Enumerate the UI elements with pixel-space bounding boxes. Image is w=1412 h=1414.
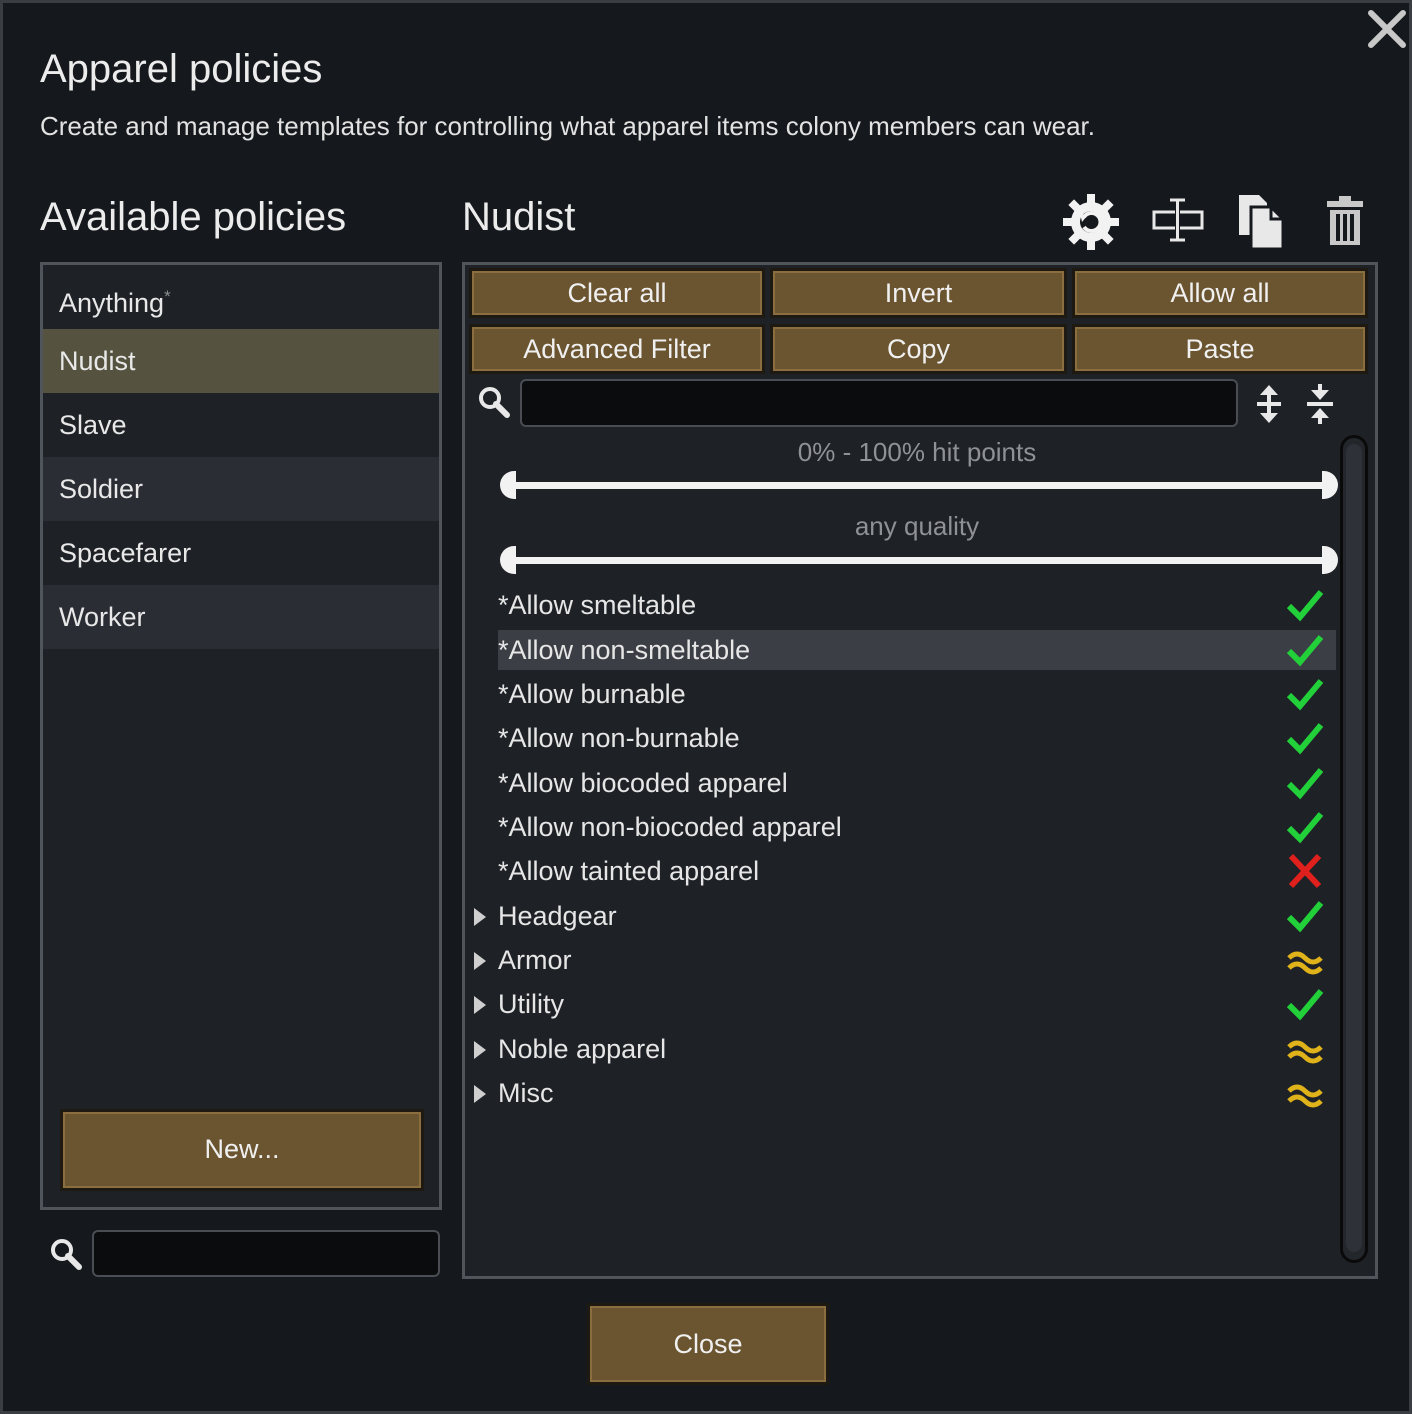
hit-points-track (510, 482, 1328, 489)
expand-arrow-icon[interactable] (474, 1041, 486, 1059)
policy-item-slave[interactable]: Slave (43, 393, 439, 457)
policy-item-nudist[interactable]: Nudist (43, 329, 439, 393)
rename-icon[interactable] (1152, 197, 1206, 245)
category-utility[interactable]: Utility (474, 984, 1336, 1024)
allow-all-label: Allow all (1170, 278, 1270, 308)
policy-item-spacefarer[interactable]: Spacefarer (43, 521, 439, 585)
check-icon[interactable] (1286, 986, 1324, 1022)
category-label: Misc (498, 1078, 554, 1108)
partial-icon[interactable] (1286, 1031, 1324, 1067)
policy-item-soldier[interactable]: Soldier (43, 457, 439, 521)
invert-label: Invert (884, 278, 953, 308)
paste-button[interactable]: Paste (1072, 324, 1368, 374)
hit-points-min-handle[interactable] (500, 471, 516, 499)
collapse-all-icon[interactable] (1304, 383, 1336, 425)
apparel-policies-dialog: Apparel policies Create and manage templ… (0, 0, 1412, 1414)
filter-search-input[interactable] (520, 379, 1238, 427)
hit-points-slider[interactable] (500, 469, 1338, 501)
check-icon[interactable] (1286, 720, 1324, 756)
default-star-marker: * (164, 287, 171, 306)
expand-arrow-icon[interactable] (474, 952, 486, 970)
filter-label: *Allow smeltable (498, 590, 697, 620)
check-icon[interactable] (1286, 898, 1324, 934)
filter-row-allow-smeltable[interactable]: *Allow smeltable (498, 585, 1336, 625)
new-policy-button[interactable]: New... (60, 1109, 424, 1191)
cross-icon[interactable] (1286, 853, 1324, 889)
trash-icon[interactable] (1325, 195, 1365, 247)
duplicate-icon[interactable] (1237, 193, 1287, 251)
partial-icon[interactable] (1286, 1075, 1324, 1111)
policy-item-label: Nudist (59, 346, 136, 376)
filter-label: *Allow non-smeltable (498, 635, 751, 665)
gear-icon[interactable] (1062, 193, 1120, 251)
filter-label: *Allow tainted apparel (498, 856, 760, 886)
check-icon[interactable] (1286, 587, 1324, 623)
policy-item-worker[interactable]: Worker (43, 585, 439, 649)
search-icon (477, 385, 511, 419)
clear-all-button[interactable]: Clear all (469, 268, 765, 318)
invert-button[interactable]: Invert (770, 268, 1067, 318)
quality-min-handle[interactable] (500, 546, 516, 574)
category-headgear[interactable]: Headgear (474, 896, 1336, 936)
close-button[interactable]: Close (587, 1303, 829, 1385)
category-armor[interactable]: Armor (474, 940, 1336, 980)
dialog-title: Apparel policies (40, 47, 323, 91)
check-icon[interactable] (1286, 765, 1324, 801)
quality-slider[interactable] (500, 544, 1338, 576)
expand-all-icon[interactable] (1253, 383, 1285, 425)
copy-label: Copy (886, 334, 951, 364)
partial-icon[interactable] (1286, 942, 1324, 978)
filter-label: *Allow biocoded apparel (498, 768, 788, 798)
policy-name-heading: Nudist (462, 195, 576, 239)
available-policies-heading: Available policies (40, 195, 347, 239)
filter-row-allow-non-smeltable[interactable]: *Allow non-smeltable (498, 630, 1336, 670)
search-icon (49, 1237, 83, 1271)
expand-arrow-icon[interactable] (474, 908, 486, 926)
allow-all-button[interactable]: Allow all (1072, 268, 1368, 318)
policy-item-label: Worker (59, 602, 146, 632)
close-x-icon[interactable] (1365, 7, 1409, 51)
expand-arrow-icon[interactable] (474, 1085, 486, 1103)
policy-search-input[interactable] (92, 1230, 440, 1277)
hit-points-label: 0% - 100% hit points (797, 437, 1037, 467)
quality-max-handle[interactable] (1322, 546, 1338, 574)
category-noble-apparel[interactable]: Noble apparel (474, 1029, 1336, 1069)
check-icon[interactable] (1286, 632, 1324, 668)
clear-all-label: Clear all (567, 278, 667, 308)
category-label: Noble apparel (498, 1034, 667, 1064)
copy-button[interactable]: Copy (770, 324, 1067, 374)
check-icon[interactable] (1286, 676, 1324, 712)
filter-row-allow-burnable[interactable]: *Allow burnable (498, 674, 1336, 714)
check-icon[interactable] (1286, 809, 1324, 845)
policy-item-anything[interactable]: Anything* (43, 265, 439, 329)
policy-item-label: Spacefarer (59, 538, 192, 568)
new-policy-button-label: New... (204, 1134, 280, 1164)
quality-label: any quality (854, 511, 980, 541)
category-label: Utility (498, 989, 564, 1019)
expand-arrow-icon[interactable] (474, 996, 486, 1014)
policy-item-label: Anything (59, 288, 165, 318)
advanced-filter-button[interactable]: Advanced Filter (469, 324, 765, 374)
category-misc[interactable]: Misc (474, 1073, 1336, 1113)
filter-label: *Allow burnable (498, 679, 686, 709)
filter-row-allow-biocoded[interactable]: *Allow biocoded apparel (498, 763, 1336, 803)
filter-row-allow-tainted[interactable]: *Allow tainted apparel (498, 851, 1336, 891)
dialog-subtitle: Create and manage templates for controll… (40, 111, 1095, 141)
category-label: Armor (498, 945, 572, 975)
advanced-filter-label: Advanced Filter (523, 334, 711, 364)
filter-row-allow-non-biocoded[interactable]: *Allow non-biocoded apparel (498, 807, 1336, 847)
paste-label: Paste (1185, 334, 1255, 364)
policy-item-label: Slave (59, 410, 127, 440)
filter-scrollbar[interactable] (1340, 435, 1368, 1263)
quality-track (510, 557, 1328, 564)
close-button-label: Close (673, 1329, 743, 1359)
filter-label: *Allow non-biocoded apparel (498, 812, 842, 842)
policy-item-label: Soldier (59, 474, 144, 504)
hit-points-max-handle[interactable] (1322, 471, 1338, 499)
category-label: Headgear (498, 901, 617, 931)
filter-label: *Allow non-burnable (498, 723, 740, 753)
filter-row-allow-non-burnable[interactable]: *Allow non-burnable (498, 718, 1336, 758)
policy-list: Anything* Nudist Slave Soldier Spacefare… (40, 262, 442, 1210)
scrollbar-thumb[interactable] (1346, 444, 1362, 1252)
